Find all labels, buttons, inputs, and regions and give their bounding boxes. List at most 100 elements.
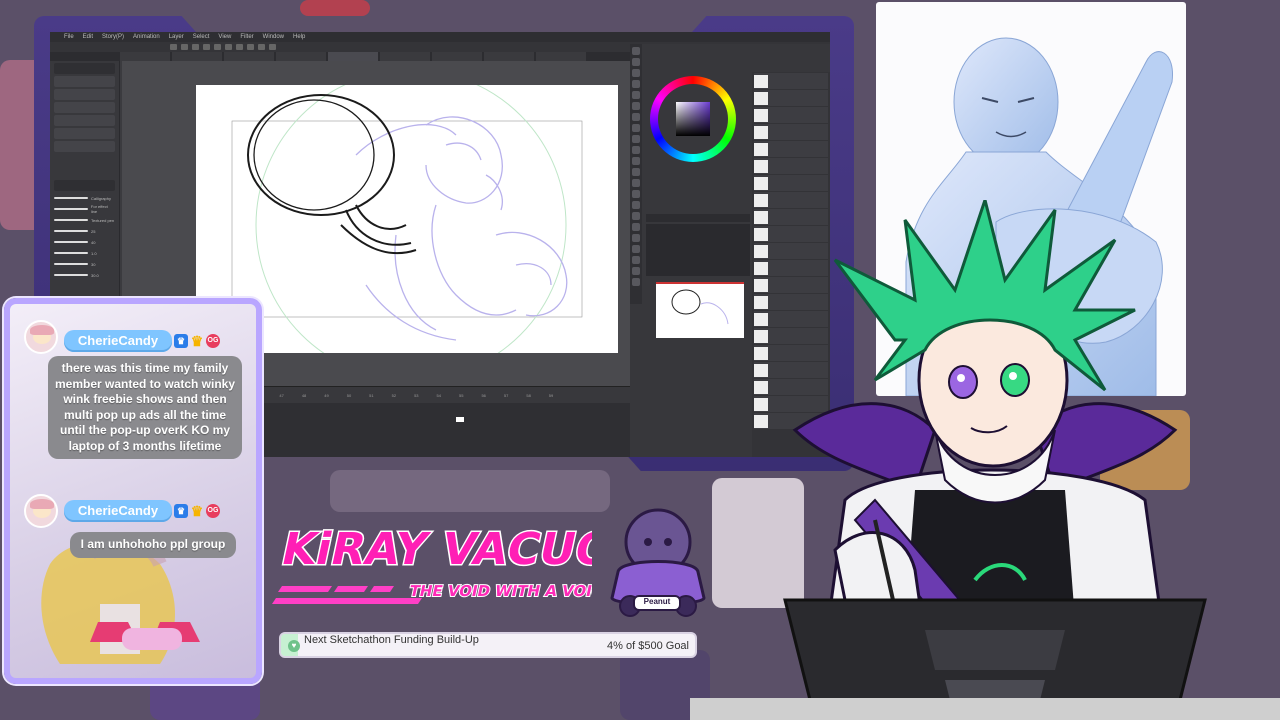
property-row[interactable] — [54, 102, 115, 113]
tool-icon[interactable] — [632, 58, 640, 66]
canvas-tab[interactable] — [432, 52, 482, 61]
toolbar-icon[interactable] — [192, 44, 199, 50]
tool-icon[interactable] — [632, 80, 640, 88]
tool-icon[interactable] — [632, 223, 640, 231]
background-tile — [330, 470, 610, 512]
panel-header — [54, 180, 115, 191]
property-row[interactable] — [54, 141, 115, 152]
channel-logo-wordmark: KiRAY VACUO THE VOID WITH A VOICE — [272, 523, 620, 604]
funding-goal-bar: ♥ Next Sketchathon Funding Build-Up 4% o… — [279, 632, 697, 658]
toolbar-icon[interactable] — [214, 44, 221, 50]
tool-icon[interactable] — [632, 190, 640, 198]
svg-text:THE VOID WITH A VOICE: THE VOID WITH A VOICE — [408, 582, 592, 600]
tool-icon[interactable] — [632, 245, 640, 253]
menu-help[interactable]: Help — [293, 34, 305, 40]
navigator-empty-area — [646, 224, 750, 276]
brush-item[interactable]: 30.0 — [54, 270, 115, 280]
layer-row[interactable] — [754, 73, 828, 89]
brush-item[interactable]: 30 — [54, 259, 115, 269]
toolbar-icon[interactable] — [225, 44, 232, 50]
canvas-tab[interactable] — [276, 52, 326, 61]
menu-filter[interactable]: Filter — [240, 34, 253, 40]
canvas-tab[interactable] — [224, 52, 274, 61]
menu-view[interactable]: View — [218, 34, 231, 40]
toolbar-icon[interactable] — [269, 44, 276, 50]
canvas-tab-active[interactable] — [328, 52, 378, 61]
menu-animation[interactable]: Animation — [133, 34, 160, 40]
canvas-tab[interactable] — [536, 52, 586, 61]
tool-icon[interactable] — [632, 135, 640, 143]
chat-user-avatar[interactable] — [24, 320, 58, 354]
layer-row[interactable] — [754, 107, 828, 123]
tool-icon[interactable] — [632, 69, 640, 77]
layer-row[interactable] — [754, 90, 828, 106]
canvas-tab[interactable] — [380, 52, 430, 61]
property-row[interactable] — [54, 115, 115, 126]
tool-icon[interactable] — [632, 47, 640, 55]
moderator-badge-icon: ♛ — [174, 334, 188, 348]
canvas-tab[interactable] — [484, 52, 534, 61]
timeline-frame-marker[interactable] — [456, 417, 464, 422]
goal-label: Next Sketchathon Funding Build-Up — [304, 634, 479, 646]
tool-icon[interactable] — [632, 146, 640, 154]
navigator-preview[interactable] — [656, 282, 744, 338]
chat-badges: ♛ ♛ OG — [174, 504, 220, 518]
property-row[interactable] — [54, 76, 115, 87]
brush-item[interactable]: Textured pen — [54, 215, 115, 225]
svg-text:KiRAY VACUO: KiRAY VACUO — [277, 524, 592, 574]
tool-icon[interactable] — [632, 124, 640, 132]
layer-row[interactable] — [754, 158, 828, 174]
toolbar-icon[interactable] — [181, 44, 188, 50]
tool-icon[interactable] — [632, 157, 640, 165]
toolbar-icon[interactable] — [258, 44, 265, 50]
app-menubar: File Edit Story(P) Animation Layer Selec… — [50, 32, 830, 42]
menu-story[interactable]: Story(P) — [102, 34, 124, 40]
tool-icon[interactable] — [632, 201, 640, 209]
tool-icon[interactable] — [632, 212, 640, 220]
layer-row[interactable] — [754, 124, 828, 140]
canvas-tab[interactable] — [120, 52, 170, 61]
color-saturation-picker[interactable] — [676, 102, 710, 136]
layer-row[interactable] — [754, 175, 828, 191]
mascot-illustration — [610, 508, 706, 617]
crown-badge-icon: ♛ — [190, 503, 204, 519]
tool-icon[interactable] — [632, 179, 640, 187]
menu-edit[interactable]: Edit — [83, 34, 93, 40]
property-row[interactable] — [54, 128, 115, 139]
toolbar-icon[interactable] — [236, 44, 243, 50]
menu-layer[interactable]: Layer — [169, 34, 184, 40]
og-badge: OG — [206, 334, 220, 348]
brush-item[interactable]: 40 — [54, 237, 115, 247]
chat-message-text: there was this time my family member wan… — [48, 356, 242, 459]
toolbar-icon[interactable] — [247, 44, 254, 50]
panel-header — [54, 63, 115, 74]
brush-item[interactable]: Calligraphy — [54, 193, 115, 203]
tool-icon[interactable] — [632, 102, 640, 110]
brush-item[interactable]: 1.0 — [54, 248, 115, 258]
logo-accent-bars — [272, 586, 422, 604]
brush-item[interactable]: For effect line — [54, 204, 115, 214]
tool-icon[interactable] — [632, 91, 640, 99]
tool-icon[interactable] — [632, 113, 640, 121]
crown-badge-icon: ♛ — [190, 333, 204, 349]
tool-icon[interactable] — [632, 267, 640, 275]
brush-item[interactable]: 25 — [54, 226, 115, 236]
vtuber-illustration — [783, 194, 1207, 720]
tool-icon[interactable] — [632, 278, 640, 286]
menu-select[interactable]: Select — [193, 34, 210, 40]
tool-icon[interactable] — [632, 256, 640, 264]
chat-username[interactable]: CherieCandy — [64, 330, 172, 352]
chat-username[interactable]: CherieCandy — [64, 500, 172, 522]
toolbar-icon[interactable] — [203, 44, 210, 50]
menu-file[interactable]: File — [64, 34, 74, 40]
property-row[interactable] — [54, 89, 115, 100]
canvas-tab[interactable] — [172, 52, 222, 61]
desk-surface — [690, 698, 1280, 720]
chat-overlay: CherieCandy ♛ ♛ OG there was this time m… — [4, 298, 262, 684]
tool-icon[interactable] — [632, 234, 640, 242]
chat-user-avatar[interactable] — [24, 494, 58, 528]
tool-icon[interactable] — [632, 168, 640, 176]
toolbar-icon[interactable] — [170, 44, 177, 50]
layer-row[interactable] — [754, 141, 828, 157]
menu-window[interactable]: Window — [263, 34, 284, 40]
